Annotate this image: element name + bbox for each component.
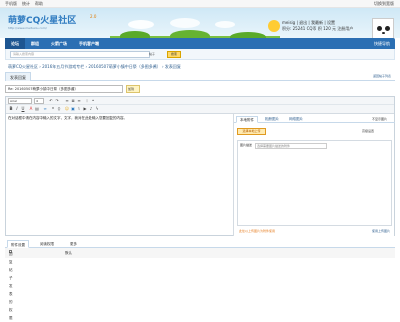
nav-item-square[interactable]: 火箭广场 [45,38,73,49]
search-input[interactable]: 请输入搜索内容 [10,51,150,58]
upload-options-link[interactable]: 高级设置 [362,129,374,133]
unordered-list-icon[interactable]: • [90,98,96,104]
editor-toolbar-top: Arial 4 ↶ ↷ ≡ ≣ ≡ ⁝ • [6,97,394,105]
site-url: http://www.meituxiu.com/ [8,26,47,30]
link-icon[interactable]: ∞ [42,106,48,112]
attachment-panel: 本地附件 相册图片 网络图片 不显示图片 选择本地上传 高级设置 图片描述 选择… [233,114,395,236]
top-bar: 手机版 统计 帮助 切换到宽版 [0,0,400,8]
main-nav: 论坛 群组 火箭广场 手机客户端 快捷导航 [5,38,395,49]
username-link[interactable]: meisig [282,20,295,25]
editor-toolbar-bottom: B I U A ▤ ∞ ❝ ⟨⟩ ☺ ▣ ⌇ ▶ ♪ ϟ [6,105,394,114]
breadcrumb[interactable]: 萌萝CQ火星社区 › 2016年五月节游戏专栏 › 20160507萌萝小镇中日… [8,64,181,70]
post-options-tabs: 附件设置 阅读权限 更多 [5,240,395,248]
user-score: 积分: 25241 CQ币 [282,26,317,31]
use-uploaded-link[interactable]: 使用上传图片 [372,227,390,235]
upload-button[interactable]: 选择本地上传 [237,128,266,135]
upload-list: 图片描述 选择需要图片描述的附件 [237,140,392,226]
tab-attachment-settings[interactable]: 附件设置 [7,240,29,248]
topbar-link-stats[interactable]: 统计 [22,1,30,7]
editor-body[interactable]: 在对话框中请在内容中输入的文字，文字，我对在此处输入您要回复的内容。 [8,116,127,121]
tab-reply[interactable]: 发表回复 [5,72,31,81]
image-description-input[interactable]: 选择需要图片描述的附件 [255,143,327,149]
avatar[interactable] [372,18,394,40]
permission-value[interactable]: 默认 [65,249,72,257]
attachment-tabs: 本地附件 相册图片 网络图片 [234,116,395,123]
my-latest-link[interactable]: 我最新 [311,20,323,25]
tab-web-image[interactable]: 网络图片 [286,116,306,123]
tab-read-permission[interactable]: 阅读权限 [37,240,57,248]
back-to-list-link[interactable]: 返回帖子列表 [373,74,391,78]
nav-item-groups[interactable]: 群组 [25,38,45,49]
site-logo[interactable]: 萌萝CQ火星社区 [8,13,76,26]
nav-item-mobile[interactable]: 手机客户端 [73,38,105,49]
panda-eye-icon [385,26,390,31]
attach-tip: 此处以上传图片为附件使用 [239,229,276,233]
search-button[interactable]: 搜索 [167,51,181,58]
user-group[interactable]: 注册用户 [337,26,353,31]
underline-icon[interactable]: U [20,106,26,112]
flash-icon[interactable]: ϟ [94,106,100,112]
image-description-label: 图片描述 [240,143,253,147]
sun-icon [268,20,280,32]
tab-album-image[interactable]: 相册图片 [262,116,282,123]
search-type-select[interactable]: 帖子 [149,51,163,58]
nav-item-forum[interactable]: 论坛 [5,38,25,49]
title-row: Re: 20160507萌萝小镇中日祭（多图多酱） 加到 [5,85,395,93]
background-color-icon[interactable]: ▤ [34,106,40,112]
topbar-link-help[interactable]: 帮助 [35,1,43,7]
title-extra-select[interactable]: 加到 [126,85,140,93]
settings-link[interactable]: 设置 [327,20,335,25]
permission-row: 回复帖子发表的权限 默认 [5,248,395,320]
redo-icon[interactable]: ↷ [54,98,60,104]
switch-width-link[interactable]: 切换到宽版 [374,1,394,7]
hide-images-toggle[interactable]: 不显示图片 [372,117,387,121]
tab-more[interactable]: 更多 [67,240,80,248]
logout-link[interactable]: 退出 [299,20,307,25]
user-level: 积 120 元 [317,26,337,31]
attachment-footer: 此处以上传图片为附件使用 使用上传图片 [237,227,392,235]
site-header: 萌萝CQ火星社区 2.0 http://www.meituxiu.com/ me… [0,8,400,46]
search-bar: 请输入搜索内容 帖子 搜索 [5,49,395,60]
font-family-select[interactable]: Arial [8,98,32,104]
page-tabs: 发表回复 返回帖子列表 [5,72,395,81]
topbar-link-mobile[interactable]: 手机版 [5,1,17,7]
panda-eye-icon [377,26,382,31]
quick-nav-button[interactable]: 快捷导航 [374,38,390,49]
align-right-icon[interactable]: ≡ [76,98,82,104]
font-size-select[interactable]: 4 [34,98,44,104]
code-icon[interactable]: ⟨⟩ [56,106,62,112]
post-editor: Arial 4 ↶ ↷ ≡ ≣ ≡ ⁝ • B I U A ▤ ∞ ❝ ⟨⟩ ☺… [5,96,395,236]
user-info: meisig | 退出 | 我最新 | 设置 积分: 25241 CQ币 积 1… [282,20,354,31]
panda-nose-icon [382,32,385,34]
title-field[interactable]: Re: 20160507萌萝小镇中日祭（多图多酱） [5,85,123,93]
tab-local-attachment[interactable]: 本地附件 [236,116,258,123]
site-version: 2.0 [90,14,97,19]
